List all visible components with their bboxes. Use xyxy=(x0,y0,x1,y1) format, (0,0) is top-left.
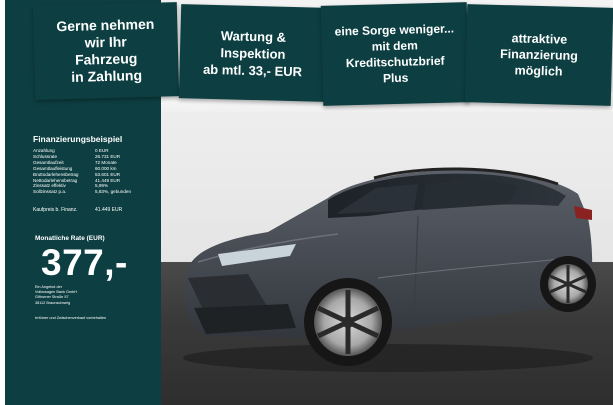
banner-line: Kreditschutzbrief xyxy=(345,53,445,71)
monthly-rate-value: 377,- xyxy=(41,242,128,283)
spec-label: Sollzinssatz p.a. xyxy=(33,189,67,195)
banner-trade-in: Gerne nehmen wir Ihr Fahrzeug in Zahlung xyxy=(32,2,180,100)
finance-title: Finanzierungsbeispiel xyxy=(33,134,123,144)
disclaimer: Irrtümer und Zwischenverkauf vorbehalten xyxy=(35,316,107,320)
monthly-rate-label: Monatliche Rate (EUR) xyxy=(35,235,105,242)
purchase-price-label: Kaufpreis b. Finanz. xyxy=(33,207,78,213)
banner-line: möglich xyxy=(514,63,563,79)
finance-spec-list: Anzahlung 0 EUR Schlussrate 26.731 EUR Ges… xyxy=(33,148,163,195)
banner-line: Gerne nehmen xyxy=(56,15,155,35)
spec-value: 5,83%, gebunden xyxy=(95,189,132,195)
banner-line: in Zahlung xyxy=(71,67,143,85)
banner-maintenance: Wartung & Inspektion ab mtl. 33,- EUR xyxy=(178,4,328,102)
banner-line: Finanzierung xyxy=(499,46,579,64)
car-image xyxy=(183,167,596,372)
banner-credit-protection: eine Sorge weniger... mit dem Kreditschu… xyxy=(320,2,470,106)
ad-image: Finanzierungsbeispiel Anzahlung 0 EUR Sch… xyxy=(0,0,613,405)
banner-line: eine Sorge weniger... xyxy=(334,21,455,39)
lender-info: Ein Angebot der Volkswagen Bank GmbH Gif… xyxy=(35,285,155,306)
lender-line: 38112 Braunschweig xyxy=(35,300,71,305)
banner-line: Plus xyxy=(382,70,409,86)
purchase-price-row: Kaufpreis b. Finanz. 41.449 EUR xyxy=(33,207,163,213)
banner-financing: attraktive Finanzierung möglich xyxy=(464,4,613,106)
spec-row: Sollzinssatz p.a. 5,83%, gebunden xyxy=(33,189,163,195)
purchase-price-value: 41.449 EUR xyxy=(95,207,123,213)
banner-line: ab mtl. 33,- EUR xyxy=(202,61,303,79)
